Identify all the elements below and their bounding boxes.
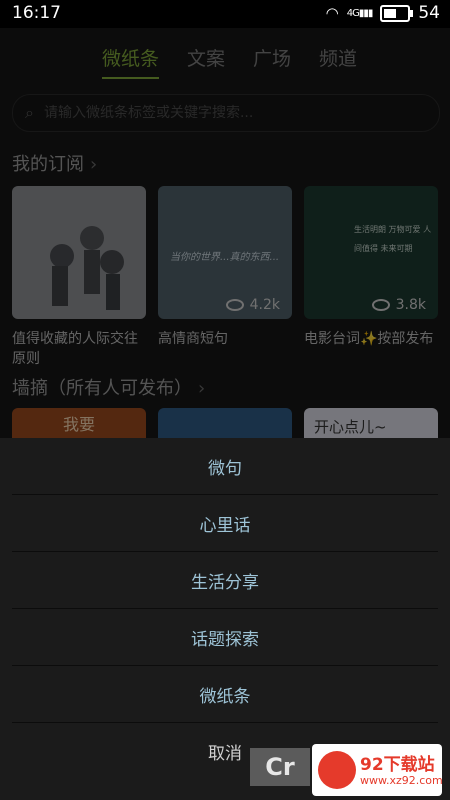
- signal-icon: 4G▮▮▮: [346, 7, 374, 19]
- watermark-url: www.xz92.com: [360, 774, 443, 787]
- option-xinlihua[interactable]: 心里话: [12, 495, 438, 552]
- clock: 16:17: [12, 3, 61, 23]
- watermark-badge: 92下载站 www.xz92.com: [312, 744, 443, 796]
- watermark-site: 92下载站: [360, 755, 435, 775]
- wifi-icon: ◠: [325, 4, 339, 22]
- option-huati[interactable]: 话题探索: [12, 609, 438, 666]
- status-bar: 16:17 ◠ 4G▮▮▮ 54: [0, 0, 450, 28]
- option-weiju[interactable]: 微句: [12, 438, 438, 495]
- watermark-letters: Cr: [250, 748, 310, 786]
- battery-percent: 54: [418, 3, 440, 23]
- site-logo: [318, 751, 356, 789]
- option-shenghuo[interactable]: 生活分享: [12, 552, 438, 609]
- battery-icon: [380, 4, 414, 22]
- option-weizhitiao[interactable]: 微纸条: [12, 666, 438, 723]
